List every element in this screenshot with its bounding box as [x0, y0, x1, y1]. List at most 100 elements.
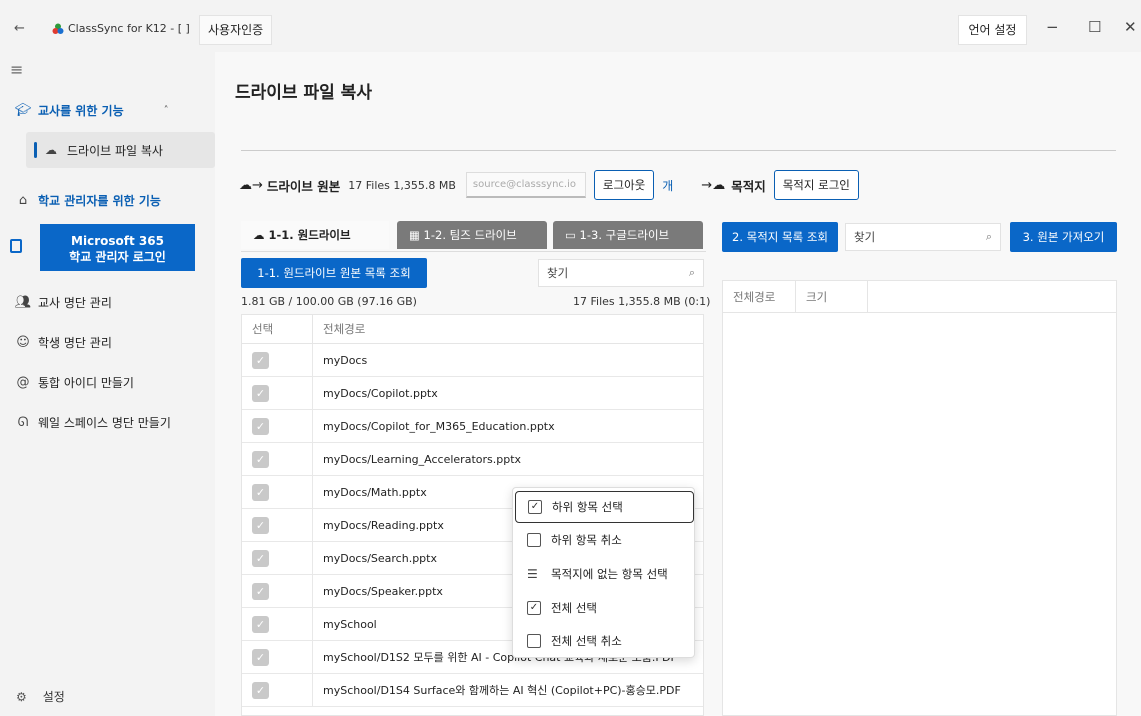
page-title: 드라이브 파일 복사 — [235, 83, 372, 103]
tab-google-drive[interactable]: ▭ 1-3. 구글드라이브 — [553, 221, 703, 249]
row-select-cell: ✓ — [242, 575, 313, 607]
row-checkbox[interactable]: ✓ — [252, 517, 269, 534]
tab-user-auth[interactable]: 사용자인증 — [199, 15, 273, 45]
ms365-admin-login-button[interactable]: Microsoft 365 학교 관리자 로그인 — [40, 224, 195, 271]
row-select-cell: ✓ — [242, 344, 313, 376]
ms365-login-line2: 학교 관리자 로그인 — [69, 250, 166, 264]
row-path: myDocs/Copilot.pptx — [323, 387, 438, 400]
sidebar-section-teacher-label: 교사를 위한 기능 — [38, 103, 124, 118]
sidebar-item-label: 교사 명단 관리 — [38, 295, 112, 310]
open-link[interactable]: 개 — [662, 177, 673, 194]
row-checkbox[interactable]: ✓ — [252, 616, 269, 633]
arrow-cloud-icon: →☁︎ — [701, 177, 726, 193]
row-checkbox[interactable]: ✓ — [252, 385, 269, 402]
row-select-cell: ✓ — [242, 443, 313, 475]
row-select-cell: ✓ — [242, 542, 313, 574]
chevron-up-icon[interactable]: ˄ — [164, 105, 169, 116]
minimize-button[interactable]: − — [1046, 18, 1059, 36]
sidebar-item-label: 웨일 스페이스 명단 만들기 — [38, 415, 171, 430]
sidebar-item-teachers[interactable]: 👥︎ 교사 명단 관리 — [0, 284, 215, 320]
checkbox-checked-icon: ✓ — [528, 500, 542, 514]
tab-teams-drive[interactable]: ▦ 1-2. 팀즈 드라이브 — [397, 221, 547, 249]
settings-button[interactable]: ⚙ 설정 — [16, 688, 65, 705]
row-checkbox[interactable]: ✓ — [252, 451, 269, 468]
hamburger-menu-icon[interactable]: ≡ — [10, 60, 23, 79]
menu-item-select-missing[interactable]: ☰ 목적지에 없는 항목 선택 — [515, 558, 694, 590]
checkbox-empty-icon — [527, 634, 541, 648]
row-select-cell: ✓ — [242, 674, 313, 706]
menu-item-deselect-all[interactable]: 전체 선택 취소 — [515, 625, 694, 657]
sidebar-item-drive-copy[interactable]: ☁︎ 드라이브 파일 복사 — [26, 132, 215, 168]
sidebar-item-students[interactable]: ☺ 학생 명단 관리 — [0, 324, 215, 360]
row-select-cell: ✓ — [242, 509, 313, 541]
title-bar: ← ClassSync for K12 - [ ] 사용자인증 언어 설정 − … — [0, 0, 1141, 52]
table-row[interactable]: ✓ myDocs/Copilot.pptx — [242, 377, 703, 410]
sidebar-section-teacher[interactable]: 🎓︎ 교사를 위한 기능 ˄ — [0, 92, 215, 128]
row-checkbox[interactable]: ✓ — [252, 418, 269, 435]
column-select[interactable]: 선택 — [242, 315, 313, 343]
maximize-button[interactable]: ☐ — [1088, 18, 1101, 36]
row-checkbox[interactable]: ✓ — [252, 649, 269, 666]
search-icon[interactable]: ⌕ — [986, 224, 992, 250]
table-row[interactable]: ✓ myDocs — [242, 344, 703, 377]
source-tabs: ☁︎ 1-1. 원드라이브 ▦ 1-2. 팀즈 드라이브 ▭ 1-3. 구글드라… — [241, 217, 706, 251]
fetch-source-button[interactable]: 3. 원본 가져오기 — [1010, 222, 1117, 252]
file-summary: 17 Files 1,355.8 MB (0:1) — [573, 295, 711, 308]
source-stats: 17 Files 1,355.8 MB — [348, 178, 456, 192]
language-settings-button[interactable]: 언어 설정 — [958, 15, 1027, 45]
column-size[interactable]: 크기 — [796, 281, 868, 312]
search-icon[interactable]: ⌕ — [689, 260, 695, 286]
tab-onedrive[interactable]: ☁︎ 1-1. 원드라이브 — [241, 221, 389, 249]
row-checkbox[interactable]: ✓ — [252, 484, 269, 501]
sidebar-item-label: 드라이브 파일 복사 — [67, 143, 163, 158]
table-row[interactable]: ✓ myDocs/Copilot_for_M365_Education.pptx — [242, 410, 703, 443]
source-label: 드라이브 원본 — [266, 178, 341, 194]
selection-indicator — [34, 142, 37, 158]
menu-item-select-children[interactable]: ✓ 하위 항목 선택 — [515, 491, 694, 523]
row-checkbox[interactable]: ✓ — [252, 583, 269, 600]
cloud-icon: ☁︎ — [253, 228, 265, 242]
context-menu: ✓ 하위 항목 선택 하위 항목 취소 ☰ 목적지에 없는 항목 선택 ✓ 전체… — [512, 487, 695, 658]
close-button[interactable]: ✕ — [1124, 18, 1137, 36]
student-icon: ☺ — [16, 334, 30, 350]
sidebar-item-label: 통합 아이디 만들기 — [38, 375, 134, 390]
row-checkbox[interactable]: ✓ — [252, 682, 269, 699]
column-path[interactable]: 전체경로 — [313, 315, 703, 343]
menu-item-label: 하위 항목 선택 — [552, 500, 623, 514]
checkbox-checked-icon: ✓ — [527, 601, 541, 615]
menu-item-deselect-children[interactable]: 하위 항목 취소 — [515, 524, 694, 556]
table-row[interactable]: ✓ myDocs/Learning_Accelerators.pptx — [242, 443, 703, 476]
table-header: 선택 전체경로 — [242, 315, 703, 344]
back-arrow-icon[interactable]: ← — [14, 21, 25, 36]
logout-button[interactable]: 로그아웃 — [593, 170, 655, 200]
destination-label: 목적지 — [731, 178, 766, 194]
database-icon — [10, 239, 22, 253]
column-path[interactable]: 전체경로 — [723, 281, 796, 312]
source-email-field[interactable]: source@classsync.io — [465, 172, 586, 198]
row-select-cell: ✓ — [242, 410, 313, 442]
destination-list-button[interactable]: 2. 목적지 목록 조회 — [722, 222, 838, 252]
row-path: mySchool/D1S4 Surface와 함께하는 AI 혁신 (Copil… — [323, 684, 681, 697]
sidebar: ≡ 🎓︎ 교사를 위한 기능 ˄ ☁︎ 드라이브 파일 복사 ⌂ 학교 관리자를… — [0, 52, 215, 716]
sidebar-item-whale-space[interactable]: ᘏ 웨일 스페이스 명단 만들기 — [0, 404, 215, 440]
row-select-cell: ✓ — [242, 641, 313, 673]
row-checkbox[interactable]: ✓ — [252, 352, 269, 369]
destination-search-input[interactable]: 찾기 ⌕ — [845, 223, 1001, 251]
checkbox-empty-icon — [527, 533, 541, 547]
ms365-login-line1: Microsoft 365 — [71, 234, 164, 248]
app-title: ClassSync for K12 - [ ] — [68, 22, 190, 35]
destination-login-button[interactable]: 목적지 로그인 — [773, 170, 859, 200]
destination-table: 전체경로 크기 — [722, 280, 1117, 716]
menu-item-label: 목적지에 없는 항목 선택 — [551, 567, 668, 581]
row-checkbox[interactable]: ✓ — [252, 550, 269, 567]
people-icon: 👥︎ — [14, 294, 32, 310]
sidebar-section-admin[interactable]: ⌂ 학교 관리자를 위한 기능 — [0, 182, 215, 218]
sidebar-item-unified-id[interactable]: @ 통합 아이디 만들기 — [0, 364, 215, 400]
table-row[interactable]: ✓ mySchool/D1S4 Surface와 함께하는 AI 혁신 (Copi… — [242, 674, 703, 707]
list-check-icon: ☰ — [527, 567, 538, 581]
menu-item-select-all[interactable]: ✓ 전체 선택 — [515, 592, 694, 624]
source-list-button[interactable]: 1-1. 원드라이브 원본 목록 조회 — [241, 258, 427, 288]
source-search-input[interactable]: 찾기 ⌕ — [538, 259, 704, 287]
tab-label: 1-2. 팀즈 드라이브 — [423, 228, 517, 242]
destination-table-header: 전체경로 크기 — [723, 281, 1116, 313]
